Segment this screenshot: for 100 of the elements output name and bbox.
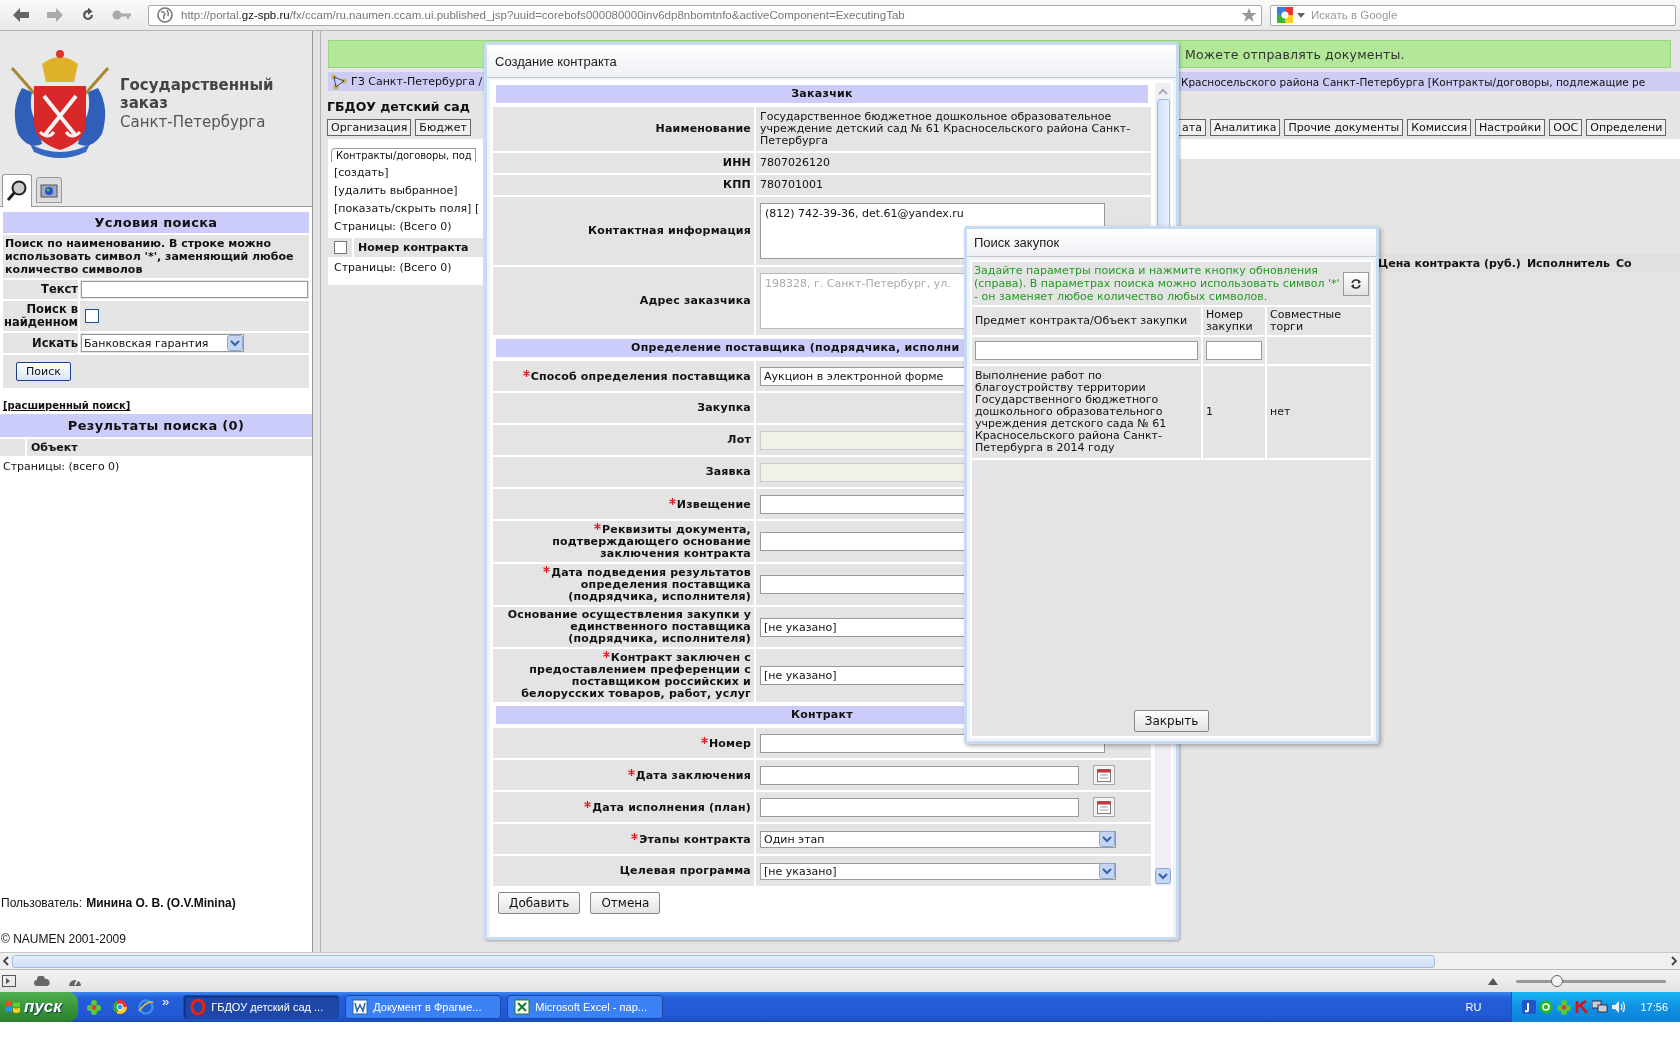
table-cell[interactable]: Выполнение работ по благоустройству территории Государственного бюджетного дошкольного образовательного учреждения детского сада № 61 Красносельского района Санкт-Петербурга в 2014 году [972,366,1201,458]
search-icon [6,180,28,202]
breadcrumb-text: Красносельского района Санкт-Петербурга [Контракты/договоры, подлежащие ре [1180,75,1647,88]
column-header: Исполнитель [1526,257,1610,270]
select-field[interactable]: [не указано] [760,862,1116,880]
calendar-icon [1097,768,1111,782]
search-button[interactable]: Поиск [16,362,71,381]
table-cell[interactable]: нет [1267,366,1371,458]
table-cell[interactable]: 1 [1203,366,1265,458]
language-indicator[interactable]: RU [1465,1001,1482,1013]
refresh-icon [1350,276,1362,291]
document-icon [352,999,369,1015]
field-label: Закупка [697,402,751,414]
dialog-button[interactable]: Отмена [590,892,661,914]
flower-icon[interactable] [86,999,102,1015]
back-icon[interactable] [12,7,30,23]
tab[interactable]: Прочие документы [1284,119,1404,136]
flower-icon[interactable] [1556,999,1573,1015]
ring-icon [190,999,207,1015]
section-header: Заказчик [496,85,1148,103]
field-label: Дата подведения результатов определения поставщика (подрядчика, исполнителя) [499,566,751,603]
more-button[interactable]: » [162,994,170,1009]
folder-icon [40,182,58,198]
address-field[interactable]: http://portal.gz-spb.ru/fx/ccam/ru.naumen.ccam.ui.published_jsp?uuid=corebofs000080000inv6dp8nbomtnfo&activeComponent=ExecutingTab [148,4,1262,26]
scrollbar[interactable] [0,952,1680,969]
text-field[interactable] [81,281,308,298]
action-link[interactable]: [показать/скрыть поля] [ [328,202,483,216]
tab[interactable]: Определени [1586,119,1667,136]
field-label: Этапы контракта [631,832,751,846]
filter-field[interactable] [975,341,1198,360]
checkbox[interactable] [85,309,99,323]
select-field[interactable]: Банковская гарантия [81,334,244,352]
field-label: Контракт заключен с предоставлением преференции с поставщиком российских и белорусских товаров, работ, услуг [520,651,751,700]
field-label: Целевая программа [619,865,751,877]
action-link[interactable]: [создать] [328,166,483,180]
k-icon[interactable] [1575,1000,1590,1014]
key-icon[interactable] [112,9,132,21]
date-field[interactable] [760,797,1079,817]
tab[interactable]: ООС [1549,119,1583,136]
column-header: Номер закупки [1203,307,1265,335]
field-label: Текст [3,280,78,299]
status-message: Можете отправлять документы. [1185,46,1405,62]
field-label: Поиск в найденном [3,301,78,331]
tab[interactable]: ата [1178,119,1206,136]
breadcrumb-link[interactable]: ГЗ Санкт-Петербурга / [351,75,483,88]
taskbar-button[interactable]: Документ в Фрагме... [345,995,502,1019]
field-label: Номер [700,736,751,750]
close-button[interactable]: Закрыть [1133,710,1210,732]
taskbar-button[interactable]: ГБДОУ детский сад ... [183,995,340,1019]
field-label: Способ определения поставщика [522,369,751,383]
calendar-button[interactable] [1093,797,1115,817]
column-header: Совместные торги [1267,307,1371,335]
tab[interactable]: Комиссия [1407,119,1472,136]
logo-subtitle: Санкт-Петербурга [120,111,267,132]
taskbar-button[interactable]: Microsoft Excel - пар... [507,995,664,1019]
calendar-button[interactable] [1093,765,1115,785]
checkbox[interactable] [333,241,347,254]
reload-icon[interactable] [80,7,96,23]
cloud-icon[interactable] [34,976,50,986]
browser-icon[interactable] [112,999,128,1015]
dialog-button[interactable]: Добавить [498,892,581,914]
field-label: Дата исполнения (план) [584,800,751,814]
tab[interactable] [2,174,32,207]
filter-field[interactable] [1206,341,1262,360]
speaker-icon[interactable] [1611,1000,1628,1014]
date-field[interactable] [760,765,1079,785]
refresh-button[interactable] [1343,271,1369,296]
select-field[interactable]: Один этап [760,830,1116,848]
slider-thumb[interactable] [1550,974,1563,987]
zoom-slider[interactable] [1516,975,1666,987]
tab[interactable]: Аналитика [1209,119,1281,136]
forward-icon[interactable] [46,7,64,23]
start-button[interactable]: пуск [0,992,78,1022]
scroll-thumb[interactable] [12,954,1435,968]
star-icon[interactable] [1241,7,1257,23]
network-icon[interactable] [1592,1000,1609,1014]
tab[interactable]: Настройки [1475,119,1546,136]
globe-icon[interactable] [138,999,154,1015]
field-label: Основание осуществления закупки у единственного поставщика (подрядчика, исполнителя) [506,609,751,645]
dialog-title: Поиск закупок [974,235,1060,250]
field-label: Контактная информация [588,225,751,237]
app-icon[interactable] [1522,1000,1537,1014]
section-header: Результаты поиска (0) [0,414,312,437]
field-label: Адрес заказчика [639,295,751,307]
advanced-search-link[interactable]: [расширенный поиск] [3,400,131,411]
circle-icon[interactable] [1539,1000,1554,1014]
tab[interactable]: Организация [327,119,412,136]
panel-icon[interactable] [2,975,16,987]
hint-text: Поиск по наименованию. В строке можно использовать символ '*', заменяющий любое количество символов [3,235,309,278]
tab[interactable]: Контракты/договоры, под [331,148,477,162]
up-triangle-icon[interactable] [1488,977,1498,985]
tab[interactable]: Бюджет [415,119,471,136]
field-label: ИНН [722,157,751,169]
field-label: Лот [727,434,751,446]
field-value: 780701001 [760,177,823,193]
field-label: Дата заключения [627,768,751,782]
action-link[interactable]: [удалить выбранное] [328,184,483,198]
panel-splitter[interactable] [313,31,321,952]
scroll-right-icon [1669,955,1679,967]
pagination-text: Страницы: (Всего 0) [333,261,453,275]
